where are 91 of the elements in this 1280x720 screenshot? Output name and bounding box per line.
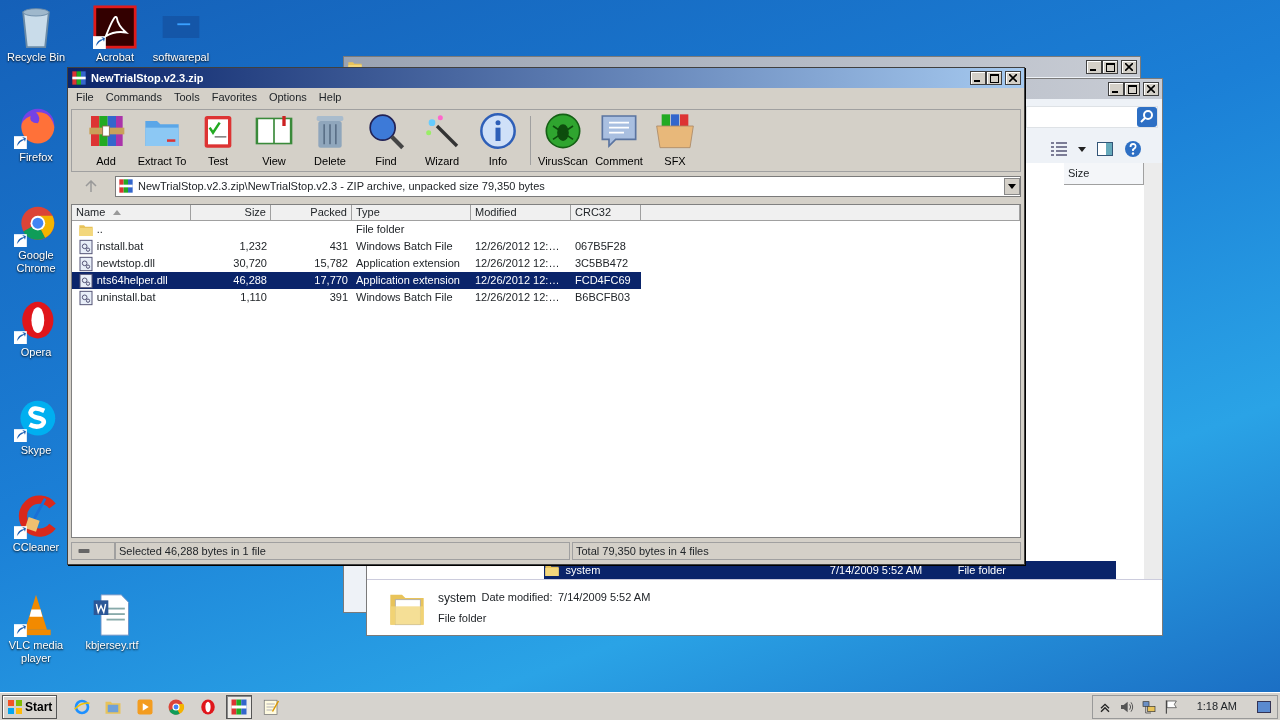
toolbar-button[interactable]: View bbox=[246, 110, 302, 169]
show-desktop-icon[interactable] bbox=[1257, 700, 1271, 713]
maximize-icon[interactable] bbox=[989, 73, 999, 83]
column-header[interactable]: Modified bbox=[471, 205, 571, 221]
icon-label[interactable]: Google Chrome bbox=[3, 249, 69, 275]
icon-label[interactable]: softwarepal bbox=[152, 51, 210, 64]
windows-logo-icon bbox=[7, 698, 23, 715]
icon-label[interactable]: Opera bbox=[20, 346, 52, 359]
file-icon bbox=[78, 255, 94, 272]
file-name: system bbox=[438, 589, 476, 607]
notepad-icon bbox=[261, 697, 280, 716]
winrar-icon bbox=[230, 697, 249, 716]
column-header[interactable]: CRC32 bbox=[571, 205, 641, 221]
media-player-icon bbox=[135, 697, 154, 716]
browser-icon bbox=[72, 697, 91, 716]
menu-item[interactable]: Tools bbox=[168, 89, 206, 106]
taskbar-button[interactable] bbox=[226, 694, 253, 719]
icon-label[interactable]: Firefox bbox=[19, 151, 53, 164]
toolbar-button[interactable]: Add bbox=[78, 110, 134, 169]
column-header[interactable]: Size bbox=[1064, 163, 1144, 185]
file-row[interactable]: install.bat 1,232 431 Windows Batch File 12/26/2012 12:… 067B5F28 bbox=[72, 238, 641, 255]
file-row[interactable]: uninstall.bat 1,110 391 Windows Batch File 12/26/2012 12:… B6BCFB03 bbox=[72, 289, 641, 306]
skype-icon bbox=[14, 398, 58, 442]
list-view-icon[interactable] bbox=[1051, 142, 1067, 156]
file-row[interactable]: newtstop.dll 30,720 15,782 Application extension 12/26/2012 12:… 3C5BB472 bbox=[72, 255, 641, 272]
menu-item[interactable]: Options bbox=[262, 89, 313, 106]
search-field[interactable] bbox=[1026, 106, 1158, 128]
file-icon bbox=[78, 272, 94, 289]
toolbar-button[interactable]: Info bbox=[470, 110, 526, 169]
start-button[interactable]: Start bbox=[2, 694, 58, 719]
icon-label[interactable]: CCleaner bbox=[12, 541, 60, 554]
status-text: Total 79,350 bytes in 4 files bbox=[572, 542, 1021, 560]
toolbar-button[interactable]: Comment bbox=[591, 110, 647, 169]
opera-icon bbox=[198, 697, 217, 716]
close-icon[interactable] bbox=[1125, 63, 1133, 71]
icon-label[interactable]: VLC media player bbox=[3, 639, 69, 665]
icon-label[interactable]: Skype bbox=[20, 444, 52, 457]
maximize-icon[interactable] bbox=[1105, 62, 1115, 72]
toolbar-button[interactable]: Wizard bbox=[414, 110, 470, 169]
menu-item[interactable]: Commands bbox=[99, 89, 168, 106]
file-row[interactable]: .. File folder bbox=[72, 221, 641, 238]
ccleaner-icon bbox=[14, 495, 58, 539]
close-icon[interactable] bbox=[1147, 85, 1155, 93]
scrollbar[interactable] bbox=[1144, 163, 1162, 579]
icon-label[interactable]: Recycle Bin bbox=[6, 51, 66, 64]
menu-item[interactable]: Favorites bbox=[205, 89, 263, 106]
minimize-button[interactable] bbox=[1108, 82, 1125, 96]
date-label: Date modified: bbox=[481, 589, 553, 605]
address-field[interactable]: NewTrialStop.v2.3.zip\NewTrialStop.v2.3 - ZIP archive, unpacked size 79,350 bytes bbox=[115, 175, 1021, 197]
close-icon[interactable] bbox=[1009, 74, 1017, 82]
column-header[interactable]: Packed bbox=[271, 205, 352, 221]
search-icon[interactable] bbox=[1137, 107, 1157, 127]
toolbar-button[interactable]: SFX bbox=[647, 110, 703, 169]
column-header[interactable]: Size bbox=[191, 205, 271, 221]
dropdown-arrow-icon[interactable] bbox=[1008, 183, 1016, 189]
column-header[interactable]: Type bbox=[352, 205, 471, 221]
maximize-button[interactable] bbox=[986, 71, 1003, 85]
preview-pane-icon[interactable] bbox=[1097, 142, 1113, 156]
close-button[interactable] bbox=[1143, 82, 1159, 96]
window-title: NewTrialStop.v2.3.zip bbox=[91, 70, 204, 86]
chrome-icon bbox=[167, 697, 186, 716]
close-button[interactable] bbox=[1005, 71, 1021, 85]
file-icon bbox=[78, 238, 94, 255]
help-icon[interactable] bbox=[1124, 140, 1142, 158]
up-arrow-icon bbox=[85, 180, 97, 192]
toolbar-button[interactable]: Find bbox=[358, 110, 414, 169]
close-button[interactable] bbox=[1121, 60, 1137, 74]
toolbar-button[interactable]: VirusScan bbox=[535, 110, 591, 169]
network-icon[interactable] bbox=[1140, 698, 1157, 715]
toolbar-button[interactable]: Test bbox=[190, 110, 246, 169]
toolbar-button[interactable]: Delete bbox=[302, 110, 358, 169]
maximize-button[interactable] bbox=[1124, 82, 1141, 96]
acrobat-icon bbox=[93, 5, 137, 49]
file-icon bbox=[78, 289, 94, 306]
toolbar-button[interactable]: Extract To bbox=[134, 110, 190, 169]
maximize-button[interactable] bbox=[1102, 60, 1119, 74]
file-row[interactable]: nts64helper.dll 46,288 17,770 Application extension 12/26/2012 12:… FCD4FC69 bbox=[72, 272, 641, 289]
winrar-icon bbox=[118, 178, 134, 194]
dropdown-arrow-icon[interactable] bbox=[1078, 146, 1086, 152]
winrar-icon bbox=[71, 70, 87, 86]
minimize-button[interactable] bbox=[1086, 60, 1103, 74]
status-text: Selected 46,288 bytes in 1 file bbox=[115, 542, 570, 560]
icon-label[interactable]: Acrobat bbox=[96, 51, 134, 64]
file-type: File folder bbox=[438, 610, 488, 626]
menu-item[interactable]: Help bbox=[312, 89, 348, 106]
date-value: 7/14/2009 5:52 AM bbox=[557, 589, 651, 605]
minimize-button[interactable] bbox=[970, 71, 987, 85]
menu-item[interactable]: File bbox=[70, 89, 100, 106]
column-header[interactable]: Name bbox=[72, 205, 191, 221]
maximize-icon[interactable] bbox=[1127, 84, 1137, 94]
info-icon bbox=[478, 110, 518, 151]
